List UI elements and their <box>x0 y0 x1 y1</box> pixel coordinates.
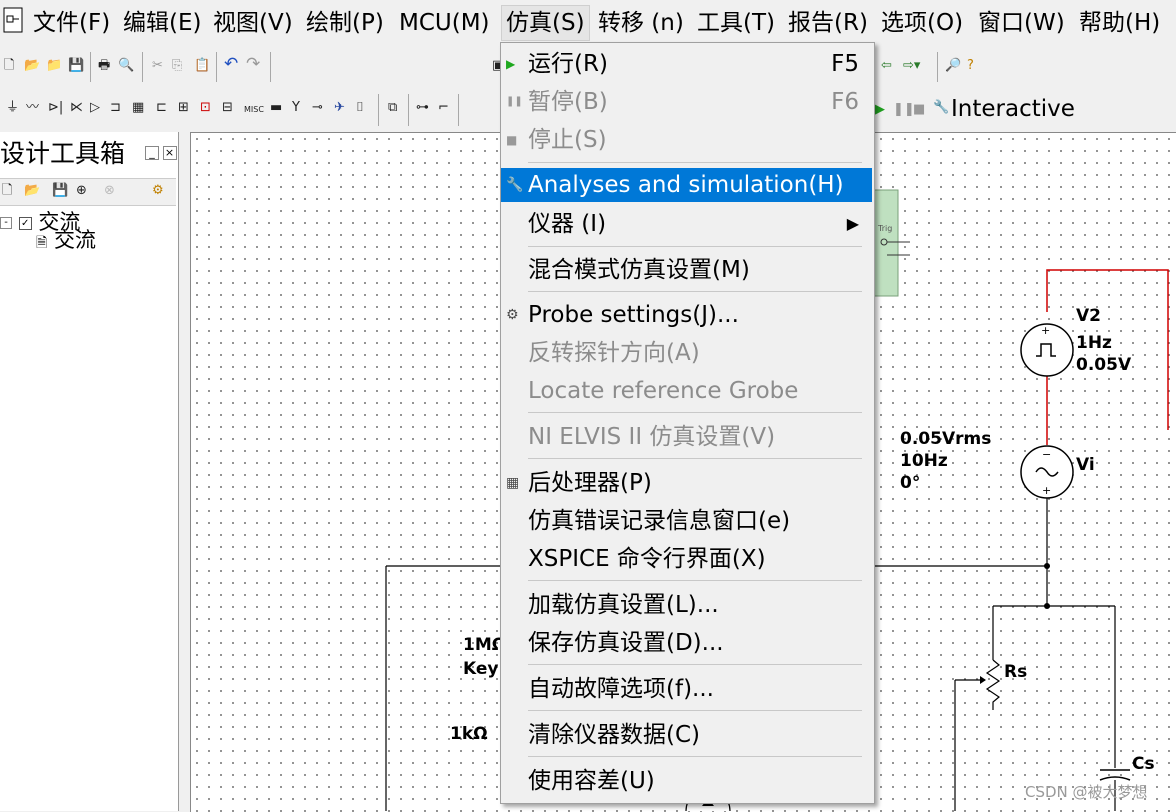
menu-analyses-and-simulation[interactable]: 🔧 Analyses and simulation(H) <box>501 168 872 202</box>
resistor-1k-value: 1kΩ <box>450 724 488 744</box>
vi-name: Vi <box>1076 455 1095 475</box>
menu-error-log[interactable]: 仿真错误记录信息窗口(e) <box>501 504 872 538</box>
menu-reverse-probe[interactable]: 反转探针方向(A) <box>501 336 872 370</box>
svg-text:+: + <box>1041 324 1050 337</box>
gear-icon: ⚙ <box>506 307 519 323</box>
menu-locate-reference-probe[interactable]: Locate reference Grobe <box>501 374 872 408</box>
menu-postprocessor[interactable]: ▦ 后处理器(P) <box>501 466 872 500</box>
submenu-arrow-icon: ▶ <box>846 214 859 233</box>
menu-clear-instrument-data[interactable]: 清除仪器数据(C) <box>501 718 872 752</box>
menu-use-tolerances[interactable]: 使用容差(U) <box>501 764 872 798</box>
vi-frequency: 10Hz <box>900 451 948 471</box>
wrench-icon: 🔧 <box>506 177 524 193</box>
vi-amplitude: 0.05Vrms <box>900 429 992 449</box>
v2-name: V2 <box>1076 306 1101 326</box>
v2-frequency: 1Hz <box>1076 333 1112 353</box>
menu-run[interactable]: ▶ 运行(R) F5 <box>501 47 872 81</box>
calculator-icon: ▦ <box>506 475 520 491</box>
trig-label: Trig <box>878 224 893 233</box>
watermark: CSDN @被大梦想 <box>1025 783 1148 801</box>
vi-phase: 0° <box>900 473 921 493</box>
menu-instruments[interactable]: 仪器 (I) ▶ <box>501 207 872 241</box>
play-icon: ▶ <box>506 57 516 71</box>
rs-name: Rs <box>1004 662 1028 682</box>
cs-name: Cs <box>1132 754 1155 774</box>
menu-mixed-mode-settings[interactable]: 混合模式仿真设置(M) <box>501 253 872 287</box>
oscilloscope-block[interactable] <box>871 189 899 297</box>
v2-amplitude: 0.05V <box>1076 355 1132 375</box>
pause-icon: ❚❚ <box>506 96 523 107</box>
rs-resistor-symbol[interactable] <box>985 659 1001 710</box>
stop-icon: ■ <box>506 133 518 147</box>
menu-probe-settings[interactable]: ⚙ Probe settings(J)... <box>501 298 872 332</box>
simulate-dropdown-menu: ▶ 运行(R) F5 ❚❚ 暂停(B) F6 ■ 停止(S) 🔧 Analyse… <box>500 42 875 804</box>
menu-xspice-cli[interactable]: XSPICE 命令行界面(X) <box>501 542 872 576</box>
svg-text:−: − <box>1042 448 1051 461</box>
menu-stop[interactable]: ■ 停止(S) <box>501 123 872 157</box>
menu-save-sim-settings[interactable]: 保存仿真设置(D)... <box>501 626 872 660</box>
menu-ni-elvis-settings[interactable]: NI ELVIS II 仿真设置(V) <box>501 420 872 454</box>
key-label: Key <box>463 659 499 679</box>
menu-auto-fault-options[interactable]: 自动故障选项(f)... <box>501 672 872 706</box>
menu-load-sim-settings[interactable]: 加载仿真设置(L)... <box>501 588 872 622</box>
menu-pause[interactable]: ❚❚ 暂停(B) F6 <box>501 85 872 119</box>
svg-text:+: + <box>1042 484 1051 497</box>
